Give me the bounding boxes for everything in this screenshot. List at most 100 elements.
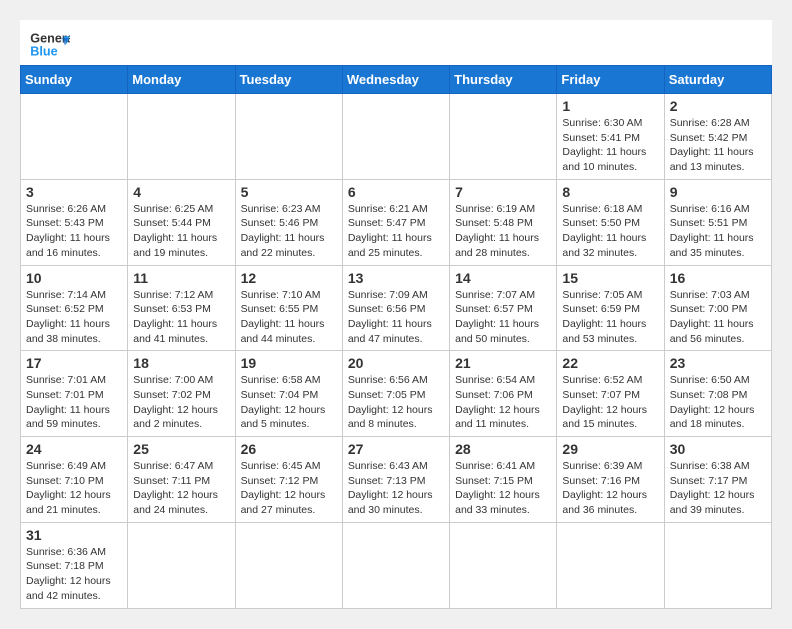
calendar-day-cell — [342, 94, 449, 180]
calendar-day-cell: 20Sunrise: 6:56 AM Sunset: 7:05 PM Dayli… — [342, 351, 449, 437]
day-info: Sunrise: 6:39 AM Sunset: 7:16 PM Dayligh… — [562, 459, 658, 518]
calendar-day-header: Saturday — [664, 66, 771, 94]
calendar-day-header: Sunday — [21, 66, 128, 94]
calendar-day-cell: 9 Sunrise: 6:16 AM Sunset: 5:51 PM Daylig… — [664, 179, 771, 265]
calendar-day-header: Wednesday — [342, 66, 449, 94]
calendar-day-cell: 10 Sunrise: 7:14 AM Sunset: 6:52 PM Dayli… — [21, 265, 128, 351]
day-info: Sunrise: 6:36 AM Sunset: 7:18 PM Dayligh… — [26, 545, 122, 604]
day-number: 26 — [241, 441, 337, 457]
calendar-day-cell: 22 Sunrise: 6:52 AM Sunset: 7:07 PM Dayli… — [557, 351, 664, 437]
calendar-week-row: 24 Sunrise: 6:49 AM Sunset: 7:10 PM Dayli… — [21, 437, 772, 523]
calendar-day-cell — [557, 522, 664, 608]
calendar-day-cell: 16Sunrise: 7:03 AM Sunset: 7:00 PM Dayli… — [664, 265, 771, 351]
calendar-day-header: Friday — [557, 66, 664, 94]
day-number: 29 — [562, 441, 658, 457]
calendar-day-cell — [128, 94, 235, 180]
day-number: 8 — [562, 184, 658, 200]
calendar-day-cell: 26 Sunrise: 6:45 AM Sunset: 7:12 PM Dayli… — [235, 437, 342, 523]
calendar-day-cell: 18Sunrise: 7:00 AM Sunset: 7:02 PM Dayli… — [128, 351, 235, 437]
calendar-day-cell: 25 Sunrise: 6:47 AM Sunset: 7:11 PM Dayli… — [128, 437, 235, 523]
calendar-day-cell: 27Sunrise: 6:43 AM Sunset: 7:13 PM Dayli… — [342, 437, 449, 523]
calendar-day-cell: 13 Sunrise: 7:09 AM Sunset: 6:56 PM Dayli… — [342, 265, 449, 351]
day-number: 22 — [562, 355, 658, 371]
calendar-day-cell: 12 Sunrise: 7:10 AM Sunset: 6:55 PM Dayli… — [235, 265, 342, 351]
day-info: Sunrise: 7:14 AM Sunset: 6:52 PM Dayligh… — [26, 288, 122, 347]
day-info: Sunrise: 7:12 AM Sunset: 6:53 PM Dayligh… — [133, 288, 229, 347]
calendar-table: SundayMondayTuesdayWednesdayThursdayFrid… — [20, 65, 772, 609]
day-number: 15 — [562, 270, 658, 286]
calendar-day-cell — [235, 94, 342, 180]
day-info: Sunrise: 7:01 AM Sunset: 7:01 PM Dayligh… — [26, 373, 122, 432]
day-info: Sunrise: 6:43 AM Sunset: 7:13 PM Dayligh… — [348, 459, 444, 518]
day-number: 21 — [455, 355, 551, 371]
calendar-day-cell: 14Sunrise: 7:07 AM Sunset: 6:57 PM Dayli… — [450, 265, 557, 351]
day-number: 24 — [26, 441, 122, 457]
day-number: 25 — [133, 441, 229, 457]
day-info: Sunrise: 6:47 AM Sunset: 7:11 PM Dayligh… — [133, 459, 229, 518]
day-number: 4 — [133, 184, 229, 200]
day-number: 31 — [26, 527, 122, 543]
calendar-day-cell — [664, 522, 771, 608]
day-info: Sunrise: 6:18 AM Sunset: 5:50 PM Dayligh… — [562, 202, 658, 261]
day-info: Sunrise: 6:21 AM Sunset: 5:47 PM Dayligh… — [348, 202, 444, 261]
day-number: 23 — [670, 355, 766, 371]
logo-icon: General Blue — [30, 30, 70, 60]
day-number: 28 — [455, 441, 551, 457]
calendar-week-row: 1 Sunrise: 6:30 AM Sunset: 5:41 PM Daylig… — [21, 94, 772, 180]
day-number: 10 — [26, 270, 122, 286]
day-info: Sunrise: 6:49 AM Sunset: 7:10 PM Dayligh… — [26, 459, 122, 518]
day-info: Sunrise: 6:58 AM Sunset: 7:04 PM Dayligh… — [241, 373, 337, 432]
calendar-day-cell: 24 Sunrise: 6:49 AM Sunset: 7:10 PM Dayli… — [21, 437, 128, 523]
day-info: Sunrise: 6:54 AM Sunset: 7:06 PM Dayligh… — [455, 373, 551, 432]
calendar-day-cell — [128, 522, 235, 608]
day-number: 30 — [670, 441, 766, 457]
svg-text:Blue: Blue — [30, 44, 57, 58]
calendar-day-header: Thursday — [450, 66, 557, 94]
calendar-day-cell: 19Sunrise: 6:58 AM Sunset: 7:04 PM Dayli… — [235, 351, 342, 437]
calendar-day-header: Monday — [128, 66, 235, 94]
day-info: Sunrise: 6:50 AM Sunset: 7:08 PM Dayligh… — [670, 373, 766, 432]
day-info: Sunrise: 6:30 AM Sunset: 5:41 PM Dayligh… — [562, 116, 658, 175]
calendar-week-row: 17 Sunrise: 7:01 AM Sunset: 7:01 PM Dayli… — [21, 351, 772, 437]
calendar-day-cell: 4Sunrise: 6:25 AM Sunset: 5:44 PM Daylig… — [128, 179, 235, 265]
calendar-day-cell: 11Sunrise: 7:12 AM Sunset: 6:53 PM Dayli… — [128, 265, 235, 351]
day-info: Sunrise: 6:16 AM Sunset: 5:51 PM Dayligh… — [670, 202, 766, 261]
calendar-day-cell: 17 Sunrise: 7:01 AM Sunset: 7:01 PM Dayli… — [21, 351, 128, 437]
day-number: 6 — [348, 184, 444, 200]
calendar-week-row: 3Sunrise: 6:26 AM Sunset: 5:43 PM Daylig… — [21, 179, 772, 265]
day-number: 17 — [26, 355, 122, 371]
day-info: Sunrise: 6:52 AM Sunset: 7:07 PM Dayligh… — [562, 373, 658, 432]
day-number: 5 — [241, 184, 337, 200]
calendar-day-cell: 15 Sunrise: 7:05 AM Sunset: 6:59 PM Dayli… — [557, 265, 664, 351]
calendar-day-cell: 29 Sunrise: 6:39 AM Sunset: 7:16 PM Dayli… — [557, 437, 664, 523]
calendar-day-cell — [450, 94, 557, 180]
calendar-day-cell: 2 Sunrise: 6:28 AM Sunset: 5:42 PM Daylig… — [664, 94, 771, 180]
page-container: General Blue SundayMondayTuesdayWednesda… — [20, 20, 772, 609]
calendar-day-cell: 3Sunrise: 6:26 AM Sunset: 5:43 PM Daylig… — [21, 179, 128, 265]
calendar-week-row: 31 Sunrise: 6:36 AM Sunset: 7:18 PM Dayli… — [21, 522, 772, 608]
day-number: 13 — [348, 270, 444, 286]
day-info: Sunrise: 7:05 AM Sunset: 6:59 PM Dayligh… — [562, 288, 658, 347]
day-number: 9 — [670, 184, 766, 200]
day-info: Sunrise: 7:10 AM Sunset: 6:55 PM Dayligh… — [241, 288, 337, 347]
day-info: Sunrise: 6:23 AM Sunset: 5:46 PM Dayligh… — [241, 202, 337, 261]
day-info: Sunrise: 6:45 AM Sunset: 7:12 PM Dayligh… — [241, 459, 337, 518]
day-number: 2 — [670, 98, 766, 114]
calendar-day-cell: 7Sunrise: 6:19 AM Sunset: 5:48 PM Daylig… — [450, 179, 557, 265]
calendar-header-row: SundayMondayTuesdayWednesdayThursdayFrid… — [21, 66, 772, 94]
day-number: 12 — [241, 270, 337, 286]
day-number: 7 — [455, 184, 551, 200]
calendar-day-cell: 6 Sunrise: 6:21 AM Sunset: 5:47 PM Daylig… — [342, 179, 449, 265]
calendar-day-cell — [450, 522, 557, 608]
calendar-day-cell: 21 Sunrise: 6:54 AM Sunset: 7:06 PM Dayli… — [450, 351, 557, 437]
calendar-day-cell: 30 Sunrise: 6:38 AM Sunset: 7:17 PM Dayli… — [664, 437, 771, 523]
day-info: Sunrise: 6:28 AM Sunset: 5:42 PM Dayligh… — [670, 116, 766, 175]
logo: General Blue — [30, 30, 70, 60]
day-number: 14 — [455, 270, 551, 286]
calendar-day-cell — [342, 522, 449, 608]
day-info: Sunrise: 6:41 AM Sunset: 7:15 PM Dayligh… — [455, 459, 551, 518]
calendar-day-header: Tuesday — [235, 66, 342, 94]
day-info: Sunrise: 7:09 AM Sunset: 6:56 PM Dayligh… — [348, 288, 444, 347]
day-info: Sunrise: 6:38 AM Sunset: 7:17 PM Dayligh… — [670, 459, 766, 518]
day-number: 1 — [562, 98, 658, 114]
